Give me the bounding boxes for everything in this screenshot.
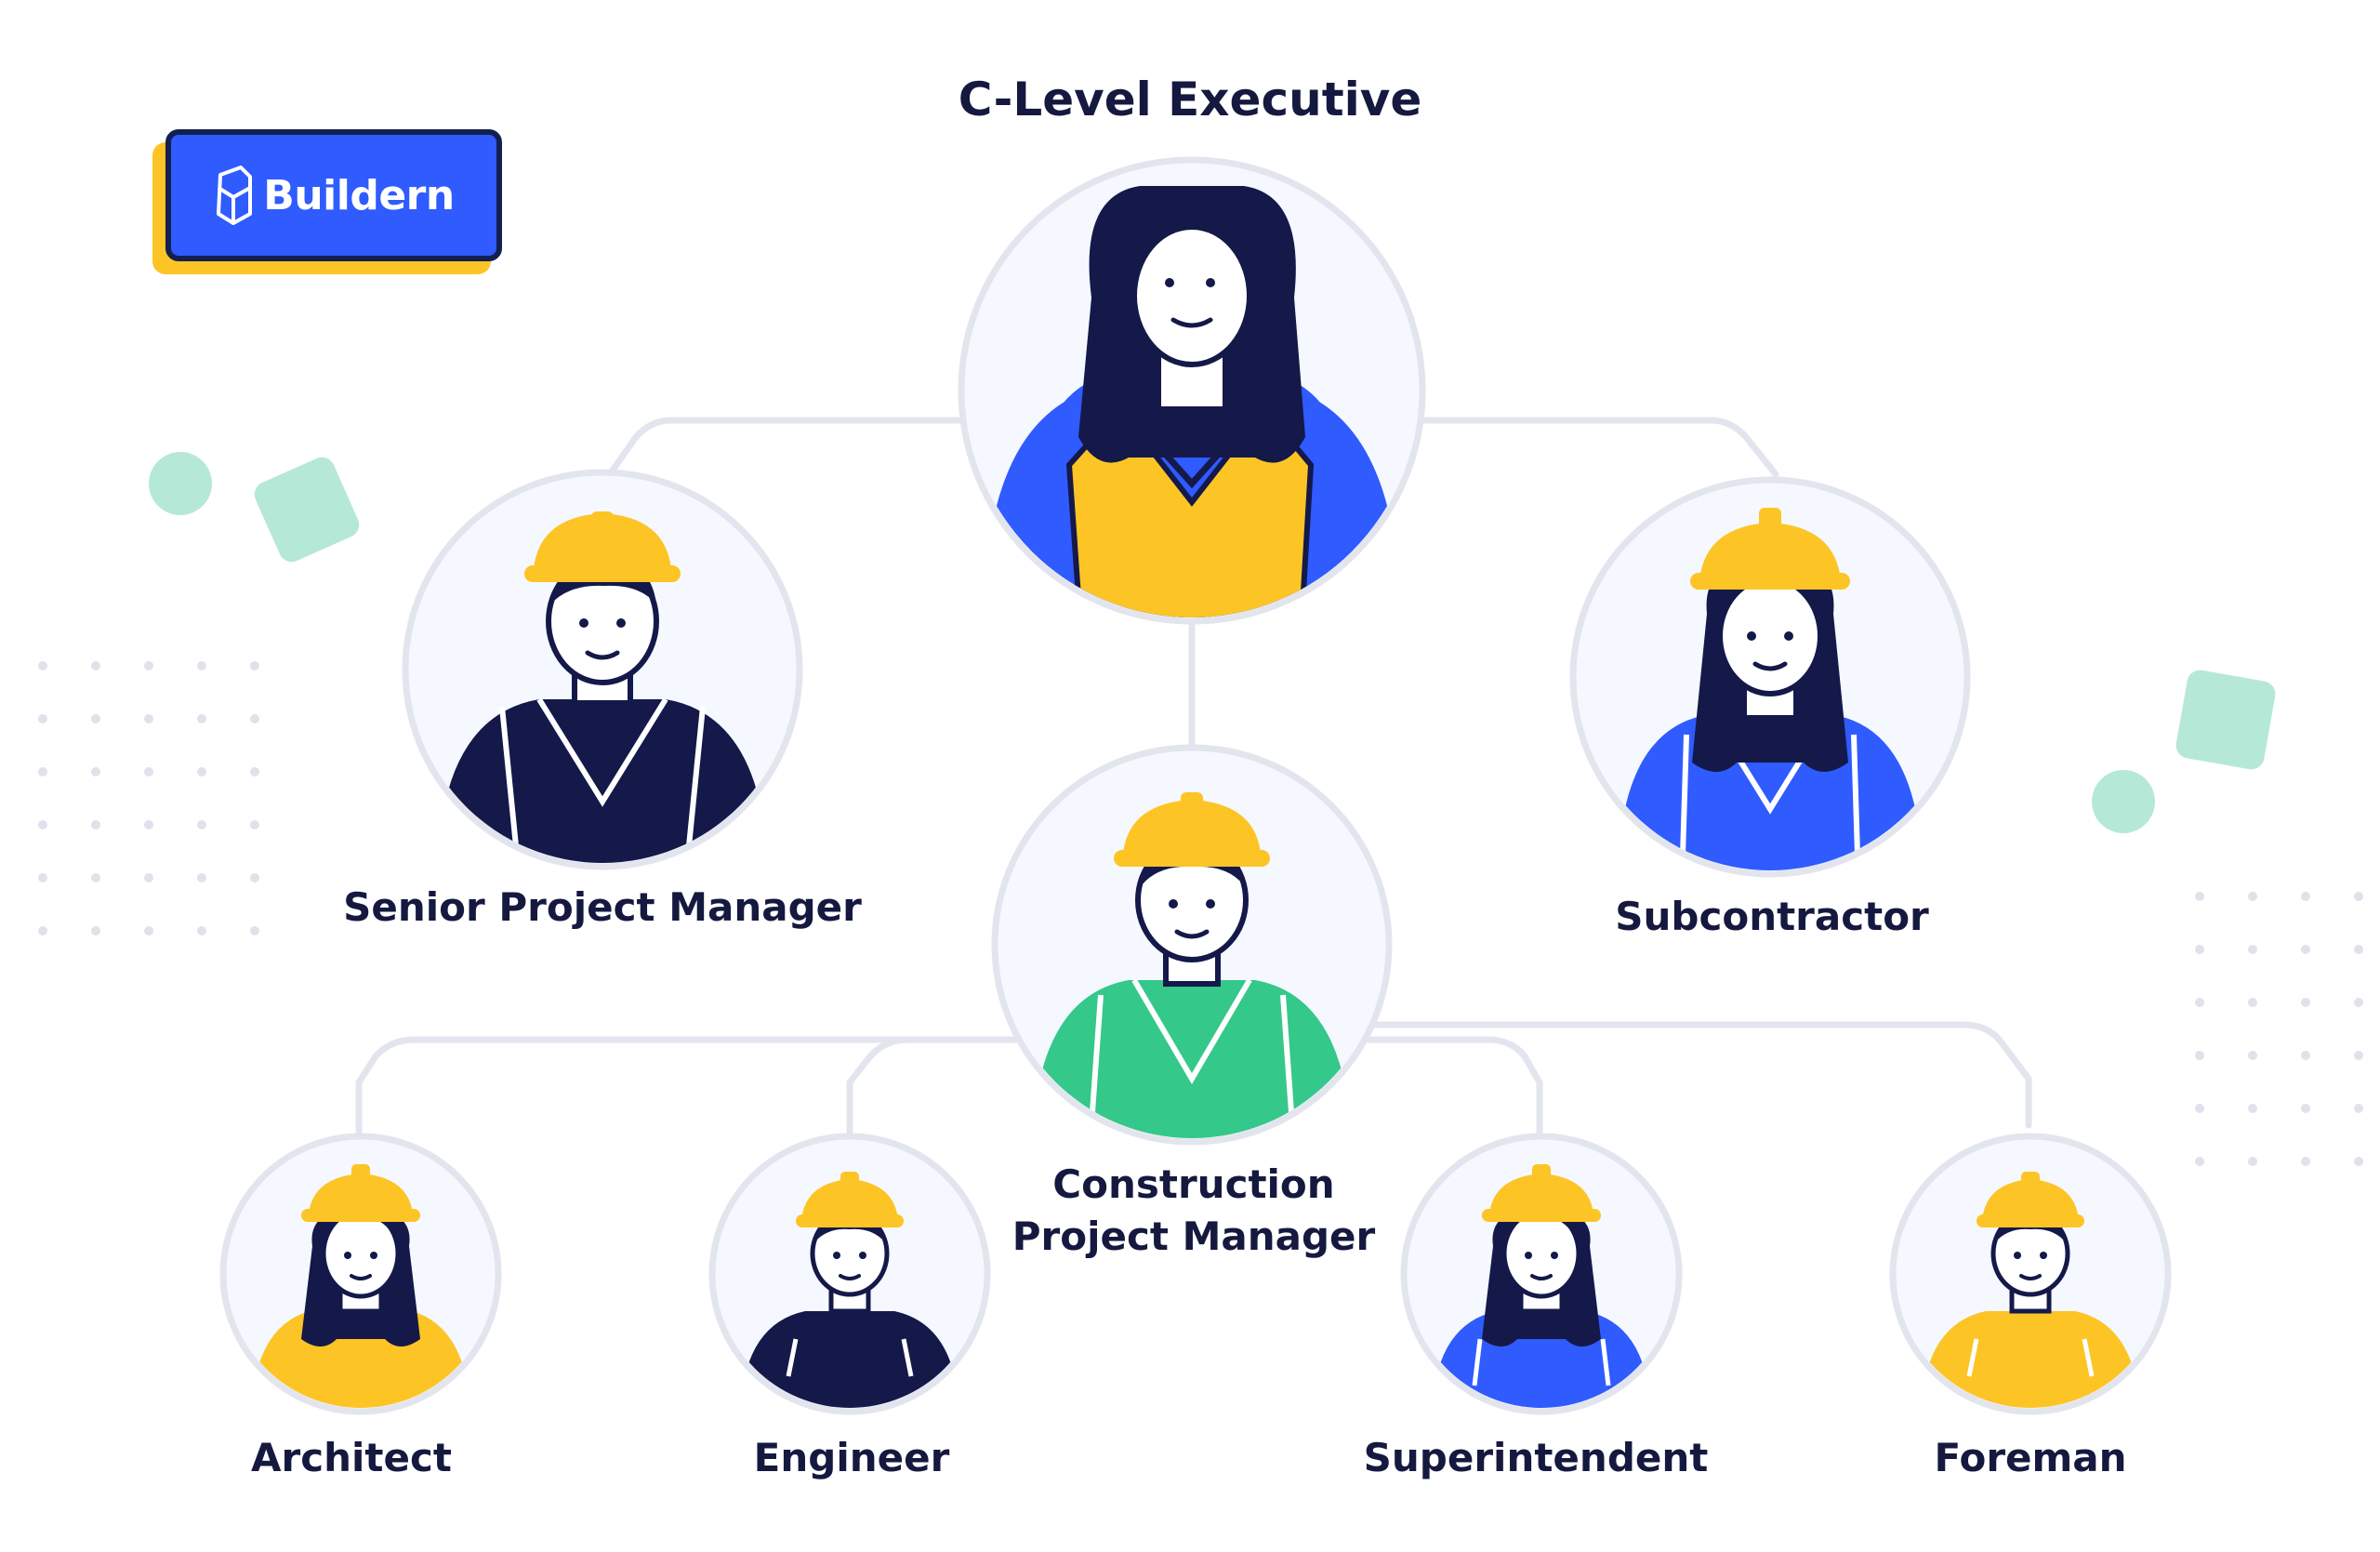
construction-pm-line-1: Construction	[1052, 1161, 1335, 1207]
decor-dot	[91, 714, 100, 723]
decor-dot	[144, 926, 153, 935]
decor-dot	[144, 873, 153, 882]
decor-dot	[2195, 892, 2204, 901]
decor-dot	[250, 873, 259, 882]
decor-dot	[197, 661, 206, 670]
decor-dot	[2354, 1051, 2363, 1060]
decor-dot	[2248, 1104, 2257, 1113]
logo-text: Buildern	[263, 171, 455, 219]
decor-dot	[2195, 1104, 2204, 1113]
decor-dot	[38, 714, 47, 723]
decor-dot	[2248, 945, 2257, 954]
decor-dot	[197, 767, 206, 776]
decor-dot	[2301, 1051, 2310, 1060]
foreman-label: Foreman	[1934, 1435, 2127, 1480]
decor-dot	[197, 714, 206, 723]
decor-dot	[2354, 1104, 2363, 1113]
decor-dot	[250, 820, 259, 829]
decor-dot	[2248, 892, 2257, 901]
decor-dot	[197, 873, 206, 882]
decor-dot	[91, 926, 100, 935]
architect-avatar	[219, 1133, 502, 1415]
decor-dot	[2195, 1157, 2204, 1166]
senior-project-manager-label: Senior Project Manager	[343, 884, 862, 930]
cube-icon	[217, 166, 253, 225]
decor-dot	[2195, 998, 2204, 1007]
decor-dot	[91, 873, 100, 882]
mint-circle-decoration	[149, 452, 212, 515]
decor-dot	[144, 714, 153, 723]
mint-circle-decoration-right	[2092, 770, 2155, 833]
superintendent-avatar	[1400, 1133, 1683, 1415]
mint-square-decoration	[254, 457, 360, 563]
decor-dot	[2354, 945, 2363, 954]
decor-dot	[250, 714, 259, 723]
decor-dot	[2301, 1104, 2310, 1113]
engineer-avatar	[708, 1133, 991, 1415]
decor-dot	[38, 820, 47, 829]
decor-dot	[197, 926, 206, 935]
mint-square-decoration-right	[2175, 670, 2276, 770]
dot-grid-left	[38, 661, 259, 935]
decor-dot	[2301, 1157, 2310, 1166]
senior-project-manager-avatar	[402, 469, 803, 870]
decor-dot	[38, 661, 47, 670]
decor-dot	[38, 926, 47, 935]
dot-grid-right	[2195, 892, 2363, 1166]
decor-dot	[2248, 1051, 2257, 1060]
decor-dot	[250, 661, 259, 670]
decor-dot	[38, 873, 47, 882]
decor-dot	[2195, 1051, 2204, 1060]
decor-dot	[38, 767, 47, 776]
decor-dot	[144, 767, 153, 776]
org-chart-canvas: Buildern C-Level Executive Senior Projec…	[0, 0, 2380, 1552]
engineer-label: Engineer	[753, 1435, 950, 1480]
architect-label: Architect	[251, 1435, 452, 1480]
c-level-executive-label: C-Level Executive	[958, 73, 1422, 126]
superintendent-label: Superintendent	[1363, 1435, 1709, 1480]
decor-dot	[2354, 1157, 2363, 1166]
construction-pm-line-2: Project Manager	[1012, 1214, 1376, 1259]
logo-badge: Buildern	[165, 129, 502, 261]
decor-dot	[91, 661, 100, 670]
decor-dot	[144, 820, 153, 829]
foreman-avatar	[1889, 1133, 2172, 1415]
decor-dot	[2248, 1157, 2257, 1166]
decor-dot	[2248, 998, 2257, 1007]
buildern-logo: Buildern	[152, 129, 506, 278]
decor-dot	[91, 767, 100, 776]
decor-dot	[2301, 998, 2310, 1007]
decor-dot	[250, 926, 259, 935]
decor-dot	[2195, 945, 2204, 954]
decor-dot	[91, 820, 100, 829]
construction-project-manager-label: Construction Project Manager	[1012, 1159, 1375, 1263]
subcontractor-avatar	[1569, 476, 1971, 878]
decor-dot	[2301, 945, 2310, 954]
construction-project-manager-avatar	[991, 744, 1393, 1146]
decor-dot	[144, 661, 153, 670]
decor-dot	[197, 820, 206, 829]
decor-dot	[2354, 998, 2363, 1007]
decor-dot	[2301, 892, 2310, 901]
c-level-executive-avatar	[958, 156, 1426, 625]
decor-dot	[2354, 892, 2363, 901]
subcontractor-label: Subcontractor	[1615, 894, 1929, 939]
decor-dot	[250, 767, 259, 776]
